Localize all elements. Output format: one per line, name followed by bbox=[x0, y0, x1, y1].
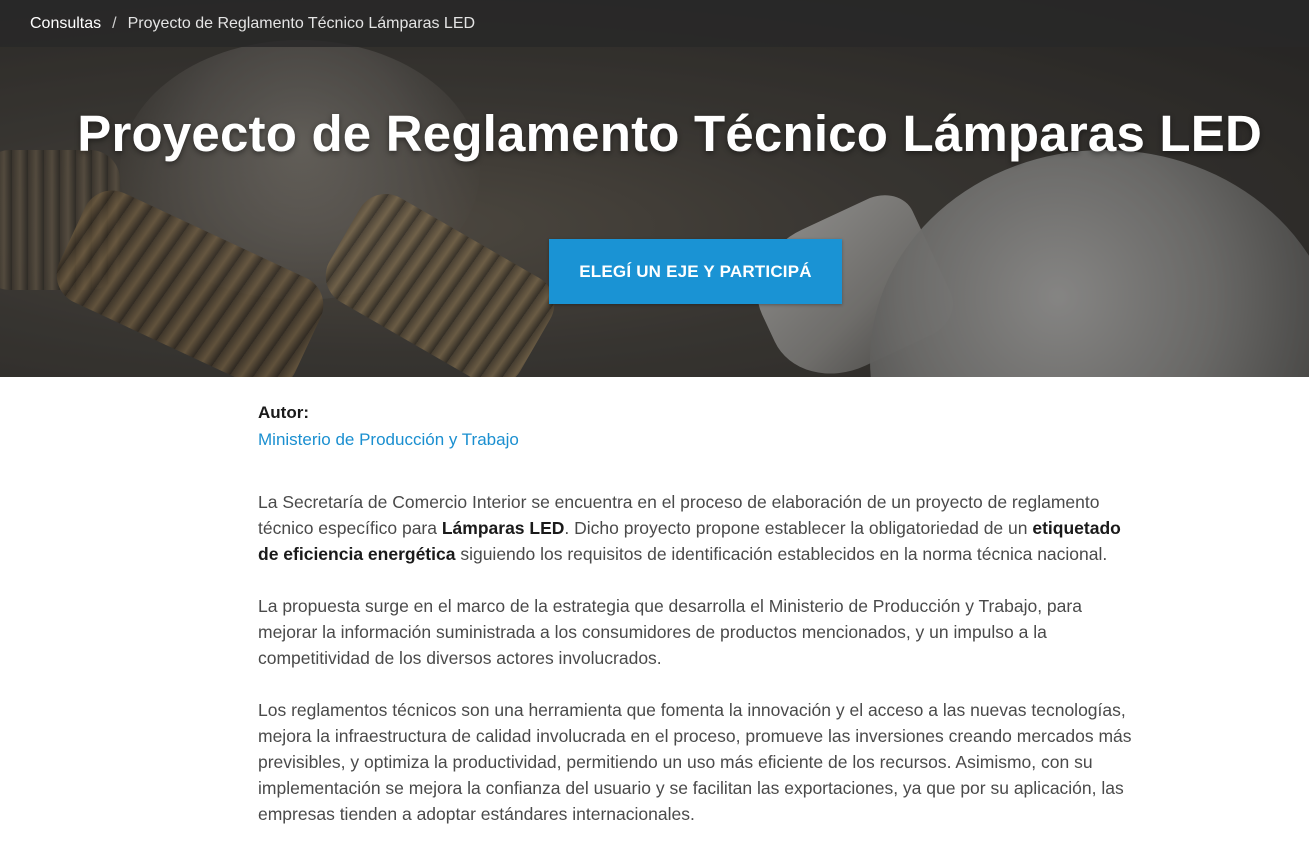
author-label: Autor: bbox=[258, 403, 309, 422]
page-title: Proyecto de Reglamento Técnico Lámparas … bbox=[77, 105, 1262, 162]
breadcrumb: Consultas / Proyecto de Reglamento Técni… bbox=[0, 0, 1309, 47]
hero-banner: Consultas / Proyecto de Reglamento Técni… bbox=[0, 0, 1309, 377]
hero-background-image bbox=[0, 0, 1309, 377]
author-link[interactable]: Ministerio de Producción y Trabajo bbox=[258, 429, 519, 451]
paragraph-1-bold-lamparas-led: Lámparas LED bbox=[441, 518, 565, 538]
description: La Secretaría de Comercio Interior se en… bbox=[258, 489, 1138, 827]
breadcrumb-separator: / bbox=[112, 14, 117, 32]
hero-overlay bbox=[0, 0, 1309, 377]
paragraph-1: La Secretaría de Comercio Interior se en… bbox=[258, 489, 1138, 567]
main-content: Autor: Ministerio de Producción y Trabaj… bbox=[258, 402, 1138, 853]
paragraph-3: Los reglamentos técnicos son una herrami… bbox=[258, 700, 1132, 824]
paragraph-1-text-c: . Dicho proyecto propone establecer la o… bbox=[564, 518, 1033, 538]
choose-axis-participate-button[interactable]: ELEGÍ UN EJE Y PARTICIPÁ bbox=[549, 239, 842, 304]
author-block: Autor: Ministerio de Producción y Trabaj… bbox=[258, 402, 1138, 451]
breadcrumb-link-consultas[interactable]: Consultas bbox=[30, 15, 101, 33]
breadcrumb-current: Proyecto de Reglamento Técnico Lámparas … bbox=[127, 14, 476, 32]
paragraph-2: La propuesta surge en el marco de la est… bbox=[258, 596, 1082, 668]
paragraph-1-text-e: siguiendo los requisitos de identificaci… bbox=[455, 544, 1108, 564]
